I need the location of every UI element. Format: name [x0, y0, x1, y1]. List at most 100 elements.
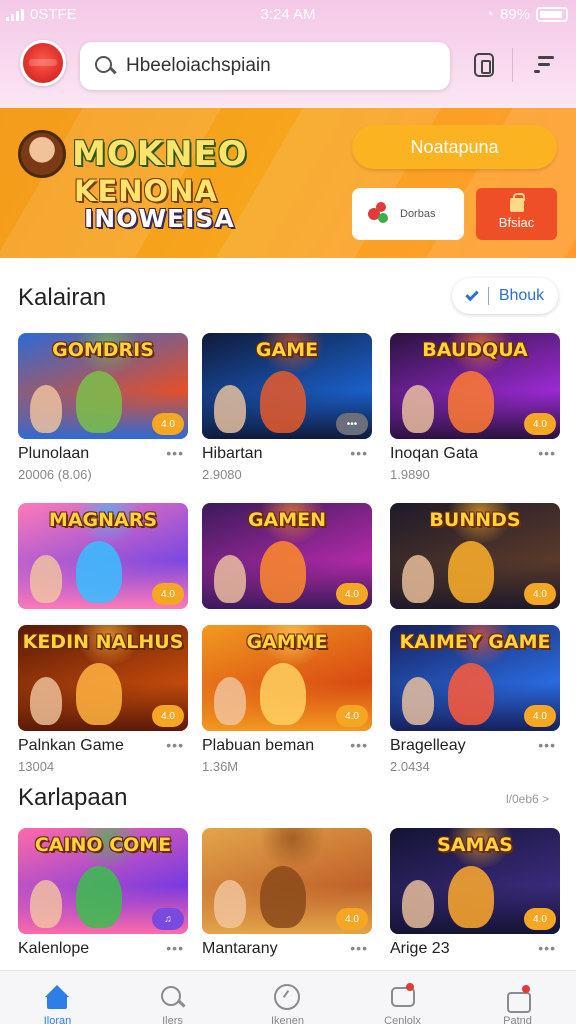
clock-icon: [273, 983, 301, 1011]
see-all-link[interactable]: l/0eb6 >: [506, 792, 549, 806]
character-figure: [76, 371, 122, 433]
game-thumbnail[interactable]: KAIMEY GAME 4.0: [390, 625, 560, 731]
search-icon: [158, 983, 186, 1011]
game-card[interactable]: GAME ••• Hibartan ••• 2.9080: [202, 333, 372, 482]
game-card[interactable]: MAGNARS 4.0: [18, 503, 188, 609]
character-figure: [30, 555, 62, 603]
game-name[interactable]: Plabuan beman: [202, 737, 314, 755]
nav-home[interactable]: Iloran: [0, 971, 115, 1024]
shopping-bag-icon: [509, 193, 525, 212]
game-card[interactable]: GOMDRIS 4.0 Plunolaan ••• 20006 (8.06): [18, 333, 188, 482]
game-name[interactable]: Arige 23: [390, 940, 450, 958]
rating-badge: 4.0: [152, 705, 184, 727]
phone-icon: [474, 53, 494, 77]
more-options-icon[interactable]: •••: [350, 737, 368, 753]
game-card[interactable]: CAINO COME ♫ Kalenlope •••: [18, 828, 188, 957]
nav-history[interactable]: Ikenen: [230, 971, 345, 1024]
more-options-icon[interactable]: •••: [350, 445, 368, 461]
banner-cta-button[interactable]: Noatapuna: [352, 125, 557, 169]
game-name[interactable]: Palnkan Game: [18, 737, 124, 755]
character-figure: [76, 663, 122, 725]
more-options-icon[interactable]: •••: [166, 940, 184, 956]
game-logo-text: KAIMEY GAME: [399, 631, 551, 653]
berry-icon: [366, 202, 390, 226]
game-meta: 1.36M: [202, 759, 239, 774]
nav-search[interactable]: Ilers: [115, 971, 230, 1024]
game-thumbnail[interactable]: KEDIN NALHUS 4.0: [18, 625, 188, 731]
character-figure: [214, 555, 246, 603]
wifi-icon: ◔: [484, 6, 494, 23]
nav-label: Cenlolx: [384, 1015, 421, 1024]
game-thumbnail[interactable]: CAINO COME ♫: [18, 828, 188, 934]
game-logo-text: KEDIN NALHUS: [22, 631, 184, 653]
follow-divider: [487, 287, 489, 305]
character-figure: [76, 866, 122, 928]
device-button[interactable]: [470, 48, 498, 82]
game-name[interactable]: Inoqan Gata: [390, 445, 478, 463]
search-input[interactable]: Hbeeloiachspiain: [126, 55, 271, 77]
game-name[interactable]: Bragelleay: [390, 737, 466, 755]
game-thumbnail[interactable]: 4.0: [202, 828, 372, 934]
nav-shop[interactable]: Patnd: [460, 971, 575, 1024]
nav-messages[interactable]: Cenlolx: [345, 971, 460, 1024]
rating-badge: 4.0: [524, 908, 556, 930]
rating-badge: 4.0: [524, 705, 556, 727]
banner-shop-button[interactable]: Bfsiac: [476, 188, 557, 240]
game-logo-text: CAINO COME: [34, 834, 172, 856]
game-card[interactable]: 4.0 Mantarany •••: [202, 828, 372, 957]
more-options-icon[interactable]: •••: [538, 940, 556, 956]
game-thumbnail[interactable]: SAMAS 4.0: [390, 828, 560, 934]
game-card[interactable]: SAMAS 4.0 Arige 23 •••: [390, 828, 560, 957]
game-thumbnail[interactable]: BAUDQUA 4.0: [390, 333, 560, 439]
rating-badge: 4.0: [336, 705, 368, 727]
game-name[interactable]: Mantarany: [202, 940, 278, 958]
game-meta: 2.0434: [390, 759, 430, 774]
game-logo-text: MAGNARS: [48, 509, 158, 531]
more-options-icon[interactable]: •••: [350, 940, 368, 956]
bottom-nav: Iloran Ilers Ikenen Cenlolx Patnd: [0, 970, 576, 1024]
header-divider: [512, 48, 513, 82]
character-figure: [260, 866, 306, 928]
nav-label: Ikenen: [270, 1015, 305, 1024]
game-name[interactable]: Hibartan: [202, 445, 262, 463]
game-meta: 1.9890: [390, 467, 430, 482]
search-icon: [94, 55, 116, 77]
bag-icon: [503, 983, 531, 1013]
app-logo[interactable]: [20, 40, 66, 86]
game-thumbnail[interactable]: GAMEN 4.0: [202, 503, 372, 609]
character-figure: [402, 555, 434, 603]
game-thumbnail[interactable]: GAME •••: [202, 333, 372, 439]
rating-badge: 4.0: [152, 413, 184, 435]
game-card[interactable]: BUNNDS 4.0: [390, 503, 560, 609]
more-options-icon[interactable]: •••: [166, 737, 184, 753]
rating-badge: 4.0: [336, 908, 368, 930]
game-card[interactable]: BAUDQUA 4.0 Inoqan Gata ••• 1.9890: [390, 333, 560, 482]
game-name[interactable]: Kalenlope: [18, 940, 89, 958]
game-meta: 20006 (8.06): [18, 467, 92, 482]
game-logo-text: GAMEN: [247, 509, 327, 531]
thumbnail-glow: [257, 828, 327, 868]
search-bar[interactable]: Hbeeloiachspiain: [80, 42, 450, 90]
menu-button[interactable]: [532, 48, 560, 82]
banner-chip[interactable]: Dorbas: [352, 188, 464, 240]
game-thumbnail[interactable]: BUNNDS 4.0: [390, 503, 560, 609]
promo-banner[interactable]: MOKNEO KENONA INOWEISA Noatapuna Dorbas …: [0, 108, 576, 258]
game-card[interactable]: GAMME 4.0 Plabuan beman ••• 1.36M: [202, 625, 372, 774]
game-card[interactable]: KEDIN NALHUS 4.0 Palnkan Game ••• 13004: [18, 625, 188, 774]
game-card[interactable]: GAMEN 4.0: [202, 503, 372, 609]
game-card[interactable]: KAIMEY GAME 4.0 Bragelleay ••• 2.0434: [390, 625, 560, 774]
game-logo-text: GAMME: [246, 631, 328, 653]
game-name[interactable]: Plunolaan: [18, 445, 89, 463]
game-thumbnail[interactable]: GAMME 4.0: [202, 625, 372, 731]
menu-icon-line: [538, 63, 550, 66]
game-thumbnail[interactable]: GOMDRIS 4.0: [18, 333, 188, 439]
rating-badge: 4.0: [524, 583, 556, 605]
more-options-icon[interactable]: •••: [538, 445, 556, 461]
character-figure: [30, 385, 62, 433]
game-meta: 13004: [18, 759, 55, 774]
section-title-karlapaan: Karlapaan: [18, 784, 128, 811]
more-options-icon[interactable]: •••: [166, 445, 184, 461]
more-options-icon[interactable]: •••: [538, 737, 556, 753]
game-thumbnail[interactable]: MAGNARS 4.0: [18, 503, 188, 609]
follow-button[interactable]: Bhouk: [452, 278, 558, 314]
